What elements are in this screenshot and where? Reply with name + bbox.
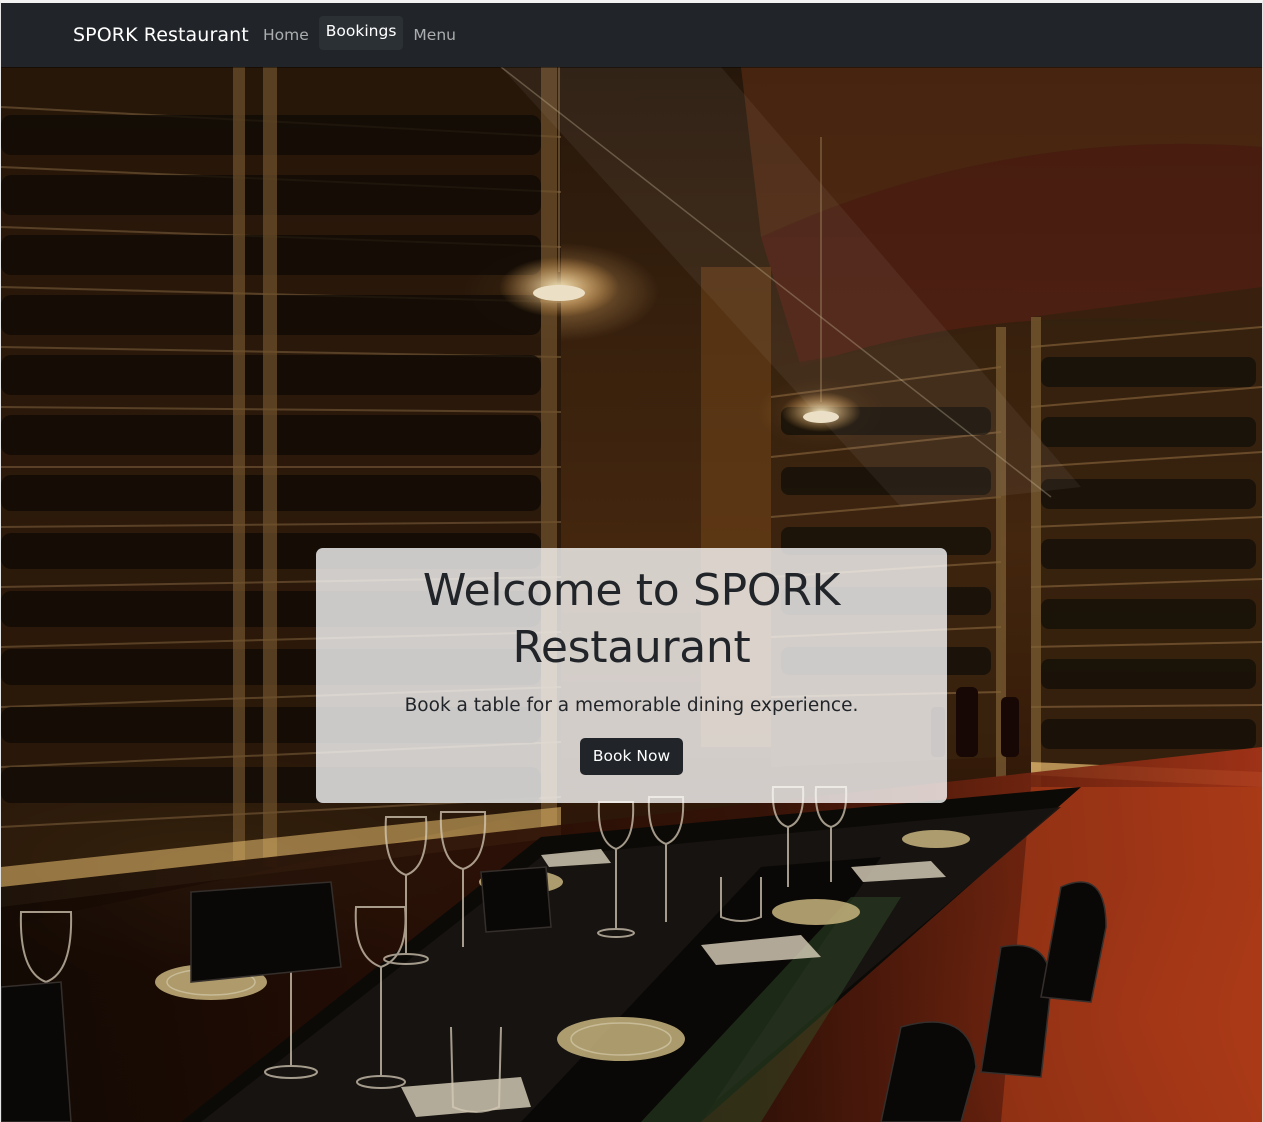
hero-card: Welcome to SPORK Restaurant Book a table…: [316, 548, 947, 803]
hero-section: Welcome to SPORK Restaurant Book a table…: [1, 67, 1262, 1122]
hero-title: Welcome to SPORK Restaurant: [422, 565, 841, 673]
nav-links: Home Bookings Menu: [255, 16, 464, 52]
brand-link[interactable]: SPORK Restaurant: [73, 23, 249, 47]
nav-link-home[interactable]: Home: [255, 18, 317, 52]
top-navbar: SPORK Restaurant Home Bookings Menu: [1, 3, 1262, 67]
book-now-button[interactable]: Book Now: [579, 738, 684, 775]
nav-link-bookings[interactable]: Bookings: [318, 16, 404, 50]
hero-subtitle: Book a table for a memorable dining expe…: [404, 695, 859, 716]
nav-link-menu[interactable]: Menu: [405, 18, 464, 52]
